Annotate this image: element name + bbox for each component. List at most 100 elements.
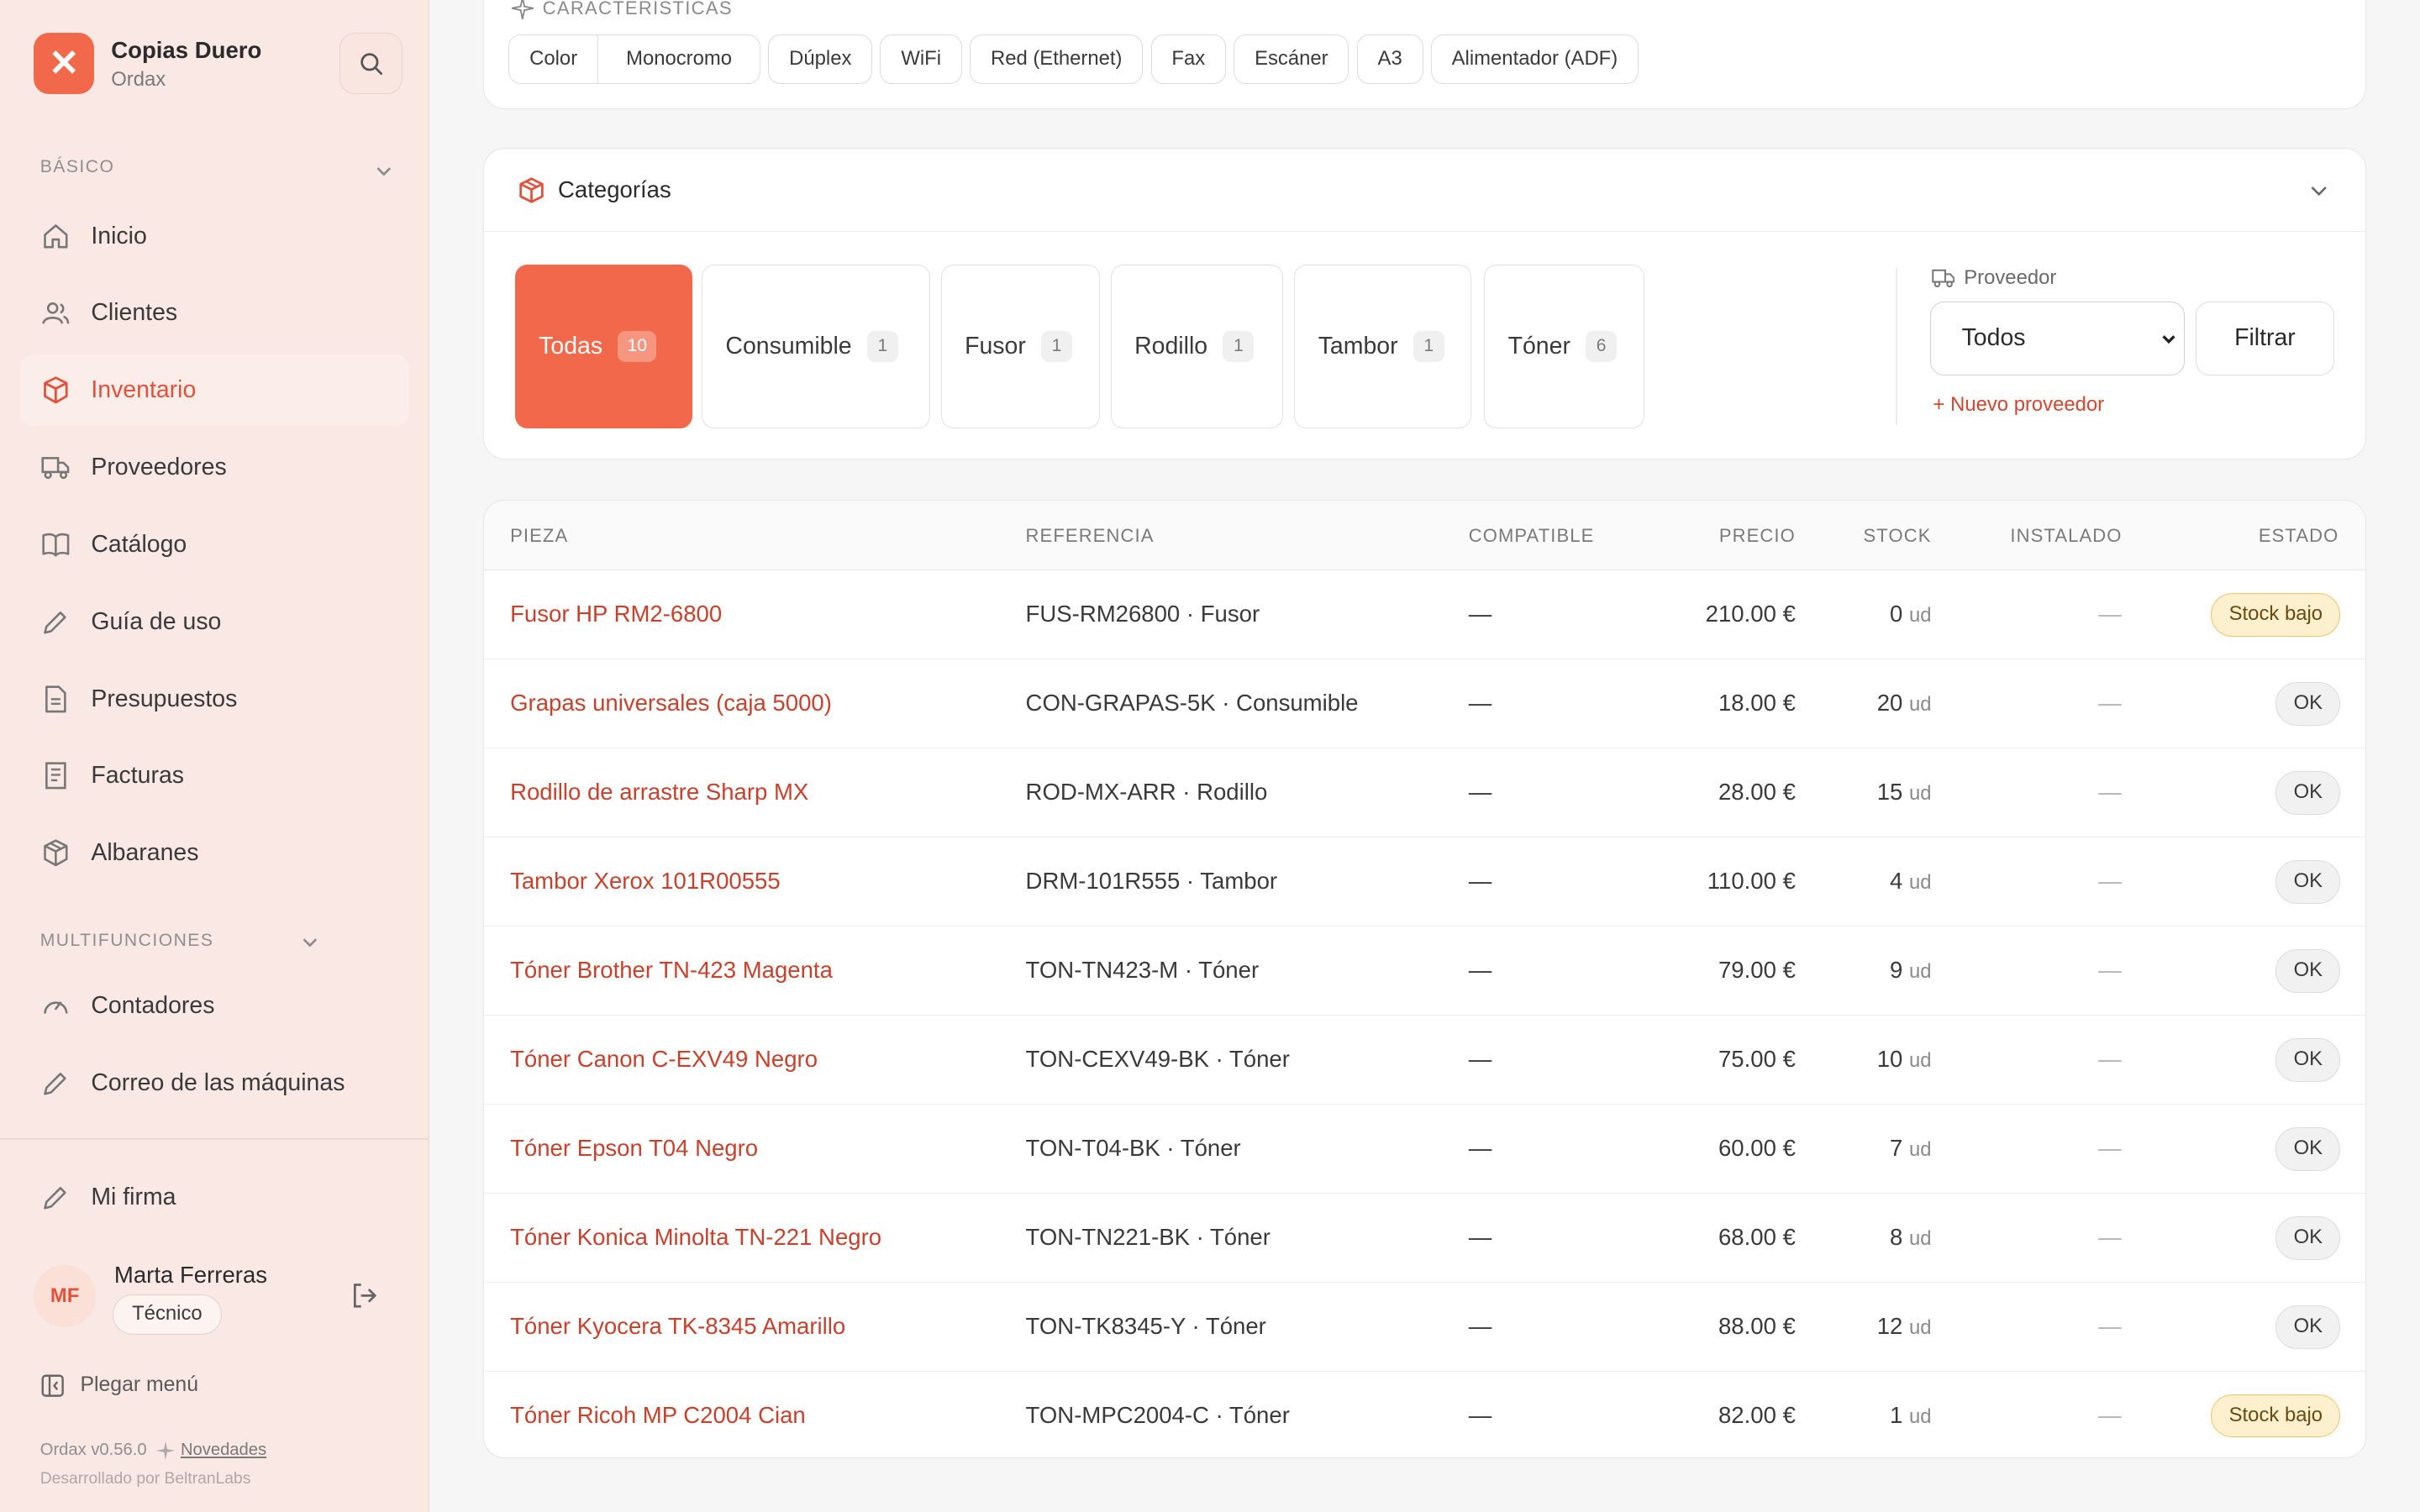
sidebar-item-proveedores[interactable]: Proveedores — [20, 432, 409, 502]
stock-cell: 7 ud — [1890, 1135, 1932, 1162]
compatible-cell: — — [1468, 1046, 1492, 1073]
categories-header[interactable]: Categorías — [483, 149, 2365, 233]
table-row[interactable]: Tóner Canon C-EXV49 Negro TON-CEXV49-BK ·… — [483, 1016, 2365, 1105]
piece-name-link[interactable]: Tóner Kyocera TK-8345 Amarillo — [510, 1313, 845, 1340]
feature-chip[interactable]: Color — [509, 35, 599, 84]
price-cell: 82.00 € — [1718, 1402, 1796, 1429]
piece-name-link[interactable]: Tóner Epson T04 Negro — [510, 1135, 758, 1162]
stock-cell: 10 ud — [1877, 1046, 1932, 1073]
installed-cell: — — [2098, 1313, 2122, 1340]
feature-chip[interactable]: A3 — [1356, 34, 1423, 85]
feature-chip[interactable]: Red (Ethernet) — [970, 34, 1144, 85]
brand-name: Copias Duero — [111, 37, 262, 64]
piece-name-link[interactable]: Grapas universales (caja 5000) — [510, 690, 832, 717]
sidebar-item-inventario[interactable]: Inventario — [19, 354, 409, 426]
category-label: Tambor — [1318, 332, 1398, 360]
table-row[interactable]: Fusor HP RM2-6800 FUS-RM26800 · Fusor — 210… — [483, 570, 2365, 660]
feature-chip[interactable]: Fax — [1150, 34, 1227, 85]
table-row[interactable]: Tóner Brother TN-423 Magenta TON-TN423-M … — [483, 927, 2365, 1016]
column-header-reference[interactable]: REFERENCIA — [1026, 525, 1155, 547]
table-row[interactable]: Grapas universales (caja 5000) CON-GRAPAS… — [483, 659, 2365, 749]
category-count-badge: 1 — [1041, 331, 1072, 362]
sidebar-item-correo-de-las-máquinas[interactable]: Correo de las máquinas — [20, 1047, 409, 1118]
stock-value: 4 — [1890, 868, 1903, 895]
piece-name-link[interactable]: Fusor HP RM2-6800 — [510, 601, 722, 627]
status-badge: OK — [2275, 1216, 2341, 1260]
reference-cell: TON-TK8345-Y · Tóner — [1025, 1313, 1266, 1340]
feature-chip[interactable]: Monocromo — [606, 35, 752, 84]
reference-cell: CON-GRAPAS-5K · Consumible — [1025, 690, 1359, 717]
piece-name-link[interactable]: Tóner Konica Minolta TN-221 Negro — [510, 1224, 881, 1251]
piece-name-link[interactable]: Rodillo de arrastre Sharp MX — [510, 779, 808, 806]
provider-label-text: Proveedor — [1964, 265, 2057, 289]
reference-cell: TON-CEXV49-BK · Tóner — [1025, 1046, 1290, 1073]
truck-icon — [40, 452, 71, 483]
stock-cell: 1 ud — [1890, 1402, 1932, 1429]
search-button[interactable] — [339, 32, 403, 95]
sidebar-item-label: Mi firma — [91, 1183, 176, 1210]
receipt-icon — [40, 760, 71, 791]
news-link[interactable]: Novedades — [181, 1441, 266, 1460]
table-row[interactable]: Tóner Epson T04 Negro TON-T04-BK · Tóner —… — [483, 1105, 2365, 1194]
logout-icon[interactable] — [349, 1280, 380, 1311]
category-button-rodillo[interactable]: Rodillo 1 — [1110, 265, 1284, 428]
provider-select[interactable]: Todos — [1929, 302, 2185, 376]
sidebar-item-contadores[interactable]: Contadores — [20, 970, 409, 1041]
table-row[interactable]: Tóner Konica Minolta TN-221 Negro TON-TN2… — [483, 1194, 2365, 1284]
brand-logo[interactable]: ✕ — [34, 32, 95, 95]
sparkle-icon — [511, 0, 534, 20]
provider-label: Proveedor — [1931, 265, 2057, 290]
column-header-piece[interactable]: PIEZA — [510, 525, 568, 547]
chevron-down-icon — [2161, 335, 2175, 344]
category-button-tambor[interactable]: Tambor 1 — [1294, 265, 1472, 428]
new-provider-link[interactable]: + Nuevo proveedor — [1933, 393, 2105, 417]
category-button-consumible[interactable]: Consumible 1 — [701, 265, 930, 428]
sidebar-item-clientes[interactable]: Clientes — [20, 278, 409, 349]
sidebar-item-facturas[interactable]: Facturas — [20, 741, 409, 811]
category-button-tóner[interactable]: Tóner 6 — [1484, 265, 1645, 428]
category-button-fusor[interactable]: Fusor 1 — [940, 265, 1100, 428]
sidebar-item-presupuestos[interactable]: Presupuestos — [20, 664, 409, 734]
compatible-cell: — — [1468, 779, 1492, 806]
chevron-down-icon[interactable] — [373, 160, 395, 182]
collapse-menu-button[interactable]: Plegar menú — [40, 1373, 198, 1398]
feature-chip[interactable]: Dúplex — [768, 34, 873, 85]
chevron-down-icon[interactable] — [299, 932, 321, 953]
piece-name-link[interactable]: Tóner Ricoh MP C2004 Cian — [510, 1402, 806, 1429]
sidebar-item-label: Catálogo — [91, 530, 187, 558]
status-badge: OK — [2275, 682, 2341, 726]
category-label: Todas — [539, 332, 603, 360]
filter-button[interactable]: Filtrar — [2195, 302, 2335, 376]
stock-cell: 12 ud — [1877, 1313, 1932, 1340]
sidebar-item-inicio[interactable]: Inicio — [20, 201, 409, 271]
sidebar-item-signature[interactable]: Mi firma — [20, 1162, 409, 1232]
column-header-installed[interactable]: INSTALADO — [2010, 525, 2122, 547]
feature-chip[interactable]: Escáner — [1234, 34, 1349, 85]
provider-divider — [1896, 267, 1898, 426]
table-row[interactable]: Tóner Kyocera TK-8345 Amarillo TON-TK8345… — [483, 1283, 2365, 1373]
feature-chip[interactable]: Alimentador (ADF) — [1430, 34, 1639, 85]
piece-name-link[interactable]: Tóner Canon C-EXV49 Negro — [510, 1046, 818, 1073]
category-button-todas[interactable]: Todas 10 — [514, 265, 692, 428]
chevron-down-icon[interactable] — [2307, 178, 2331, 202]
stock-unit: ud — [1908, 1227, 1932, 1251]
feature-chip[interactable]: WiFi — [880, 34, 962, 85]
avatar[interactable]: MF — [34, 1265, 96, 1327]
category-count-badge: 1 — [1223, 331, 1255, 362]
column-header-stock[interactable]: STOCK — [1864, 525, 1932, 547]
sidebar: ✕ Copias Duero Ordax BÁSICO Inicio Client… — [0, 0, 429, 1512]
piece-name-link[interactable]: Tóner Brother TN-423 Magenta — [510, 957, 833, 984]
column-header-compatible[interactable]: COMPATIBLE — [1469, 525, 1595, 547]
sidebar-item-albaranes[interactable]: Albaranes — [20, 817, 409, 888]
sidebar-item-guía-de-uso[interactable]: Guía de uso — [20, 586, 409, 657]
table-row[interactable]: Rodillo de arrastre Sharp MX ROD-MX-ARR ·… — [483, 748, 2365, 838]
status-badge: OK — [2275, 1127, 2341, 1171]
sidebar-item-label: Proveedores — [91, 454, 227, 480]
column-header-status[interactable]: ESTADO — [2259, 525, 2339, 547]
sparkle-icon — [155, 1441, 175, 1460]
column-header-price[interactable]: PRECIO — [1719, 525, 1796, 547]
table-row[interactable]: Tambor Xerox 101R00555 DRM-101R555 · Tamb… — [483, 837, 2365, 927]
table-row[interactable]: Tóner Ricoh MP C2004 Cian TON-MPC2004-C ·… — [484, 1372, 2365, 1457]
piece-name-link[interactable]: Tambor Xerox 101R00555 — [510, 868, 781, 895]
sidebar-item-catálogo[interactable]: Catálogo — [20, 509, 409, 580]
